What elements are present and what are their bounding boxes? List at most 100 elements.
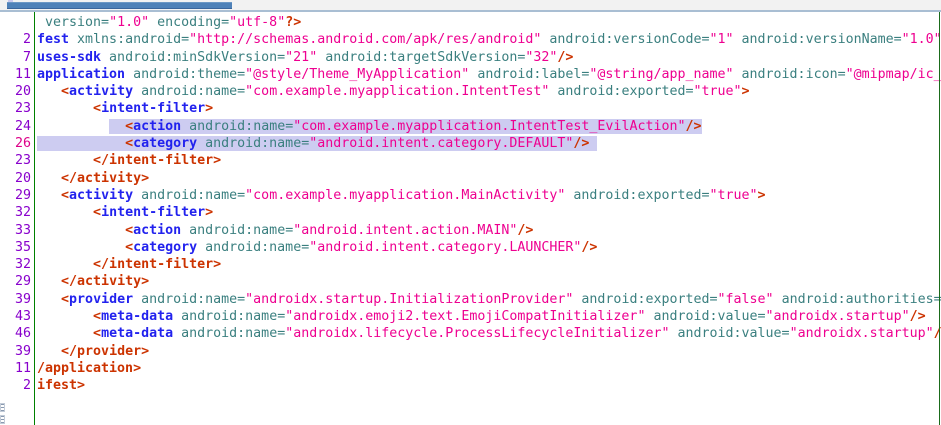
line-number[interactable]: 11 xyxy=(0,66,34,83)
code-line-text[interactable]: <category android:name="android.intent.c… xyxy=(34,239,941,256)
line-number[interactable]: 33 xyxy=(0,222,34,239)
code-line[interactable]: 11/application> xyxy=(0,360,941,377)
line-number[interactable]: 20 xyxy=(0,83,34,100)
code-line[interactable]: 29 </activity> xyxy=(0,273,941,290)
code-line[interactable]: 23 <intent-filter> xyxy=(0,100,941,117)
code-line-text[interactable]: /application> xyxy=(34,360,941,377)
code-line[interactable]: 35 <category android:name="android.inten… xyxy=(0,239,941,256)
line-number[interactable]: 20 xyxy=(0,170,34,187)
code-line[interactable]: 7uses-sdk android:minSdkVersion="21" and… xyxy=(0,49,941,66)
line-number[interactable]: 29 xyxy=(0,187,34,204)
code-token-sp xyxy=(37,188,61,203)
code-token-t: android:name= xyxy=(181,223,293,238)
code-line-text[interactable]: application android:theme="@style/Theme_… xyxy=(34,66,941,83)
code-token-tag: intent-filter xyxy=(101,205,205,220)
code-line[interactable]: 2fest xmlns:android="http://schemas.andr… xyxy=(0,31,941,48)
code-line[interactable]: 20 <activity android:name="com.example.m… xyxy=(0,83,941,100)
code-token-p: < xyxy=(61,292,69,307)
code-token-v: "androidx.startup" xyxy=(766,309,910,324)
code-token-sp xyxy=(37,119,109,134)
code-line-text[interactable]: </activity> xyxy=(34,273,941,290)
code-token-end: /application> xyxy=(37,361,141,376)
code-token-t: android:name= xyxy=(197,240,309,255)
line-number[interactable]: 39 xyxy=(0,291,34,308)
line-number[interactable]: 2 xyxy=(0,31,34,48)
code-line[interactable]: 26 <category android:name="android.inten… xyxy=(0,135,941,152)
code-token-v: "androidx.lifecycle.ProcessLifecycleInit… xyxy=(285,326,669,341)
code-line-text[interactable]: fest xmlns:android="http://schemas.andro… xyxy=(34,31,941,48)
code-line-text[interactable]: version="1.0" encoding="utf-8"?> xyxy=(34,14,941,31)
code-line[interactable]: 46 <meta-data android:name="androidx.lif… xyxy=(0,325,941,342)
code-token-p: /> xyxy=(910,309,926,324)
code-area[interactable]: version="1.0" encoding="utf-8"?>2fest xm… xyxy=(0,12,941,425)
code-line[interactable]: 20 </activity> xyxy=(0,170,941,187)
code-token-v: "@string/app_name" xyxy=(589,67,733,82)
code-line-text[interactable]: <intent-filter> xyxy=(34,204,941,221)
code-token-v: "com.example.myapplication.IntentTest_Ev… xyxy=(293,119,685,134)
code-token-tag: intent-filter xyxy=(101,101,205,116)
code-line[interactable]: 33 <action android:name="android.intent.… xyxy=(0,222,941,239)
code-token-v: "true" xyxy=(694,84,742,99)
code-line-text[interactable]: <meta-data android:name="androidx.lifecy… xyxy=(34,325,941,342)
code-line-text[interactable]: </activity> xyxy=(34,170,941,187)
code-line[interactable]: 32 </intent-filter> xyxy=(0,256,941,273)
code-token-v: "32" xyxy=(525,50,557,65)
code-token-p: < xyxy=(125,119,133,134)
line-number[interactable]: 46 xyxy=(0,325,34,342)
code-line[interactable]: 32 <intent-filter> xyxy=(0,204,941,221)
code-line-text[interactable]: </provider> xyxy=(34,343,941,360)
code-token-p: /> xyxy=(685,119,701,134)
code-line[interactable]: 24 <action android:name="com.example.mya… xyxy=(0,118,941,135)
code-token-t: version= xyxy=(37,15,109,30)
code-line-text[interactable]: <provider android:name="androidx.startup… xyxy=(34,291,941,308)
horizontal-scrollbar-thumb[interactable] xyxy=(7,2,232,9)
code-token-t: android:authorities= xyxy=(774,292,941,307)
code-token-p: /> xyxy=(573,136,589,151)
code-token-end: </intent-filter> xyxy=(93,153,221,168)
line-number[interactable]: 43 xyxy=(0,308,34,325)
code-token-v: "android.intent.category.LAUNCHER" xyxy=(309,240,581,255)
xml-editor-window: version="1.0" encoding="utf-8"?>2fest xm… xyxy=(0,0,941,425)
code-line-text[interactable]: <category android:name="android.intent.c… xyxy=(34,135,941,152)
code-token-sp xyxy=(37,292,61,307)
code-line-text[interactable]: ifest> xyxy=(34,377,941,394)
line-number[interactable]: 32 xyxy=(0,204,34,221)
code-line-text[interactable]: <action android:name="android.intent.act… xyxy=(34,222,941,239)
code-line-text[interactable]: <action android:name="com.example.myappl… xyxy=(34,118,941,135)
code-line-text[interactable]: </intent-filter> xyxy=(34,256,941,273)
splitter-grip-top[interactable] xyxy=(0,403,5,412)
line-number[interactable]: 39 xyxy=(0,343,34,360)
line-number[interactable]: 29 xyxy=(0,273,34,290)
splitter-grip-bottom[interactable] xyxy=(0,415,5,424)
code-token-t: android:name= xyxy=(133,188,245,203)
code-line[interactable]: 39 </provider> xyxy=(0,343,941,360)
line-number[interactable] xyxy=(0,14,34,31)
code-line-text[interactable]: <meta-data android:name="androidx.emoji2… xyxy=(34,308,941,325)
line-number[interactable]: 24 xyxy=(0,118,34,135)
code-token-sp xyxy=(37,223,125,238)
line-number[interactable]: 11 xyxy=(0,360,34,377)
code-line[interactable]: version="1.0" encoding="utf-8"?> xyxy=(0,14,941,31)
code-line[interactable]: 23 </intent-filter> xyxy=(0,152,941,169)
code-line-text[interactable]: <activity android:name="com.example.myap… xyxy=(34,187,941,204)
code-token-p: > xyxy=(205,101,213,116)
code-token-sp xyxy=(37,240,125,255)
code-line-text[interactable]: uses-sdk android:minSdkVersion="21" andr… xyxy=(34,49,941,66)
code-line[interactable]: 39 <provider android:name="androidx.star… xyxy=(0,291,941,308)
line-number[interactable]: 35 xyxy=(0,239,34,256)
code-line[interactable]: 11application android:theme="@style/Them… xyxy=(0,66,941,83)
line-number[interactable]: 23 xyxy=(0,152,34,169)
code-line[interactable]: 43 <meta-data android:name="androidx.emo… xyxy=(0,308,941,325)
code-line-text[interactable]: </intent-filter> xyxy=(34,152,941,169)
code-line-text[interactable]: <intent-filter> xyxy=(34,100,941,117)
code-token-v: "androidx.startup.InitializationProvider… xyxy=(245,292,573,307)
line-number[interactable]: 26 xyxy=(0,135,34,152)
code-token-tag: meta-data xyxy=(101,326,173,341)
code-line-text[interactable]: <activity android:name="com.example.myap… xyxy=(34,83,941,100)
code-line[interactable]: 29 <activity android:name="com.example.m… xyxy=(0,187,941,204)
line-number[interactable]: 2 xyxy=(0,377,34,394)
line-number[interactable]: 7 xyxy=(0,49,34,66)
line-number[interactable]: 32 xyxy=(0,256,34,273)
code-line[interactable]: 2ifest> xyxy=(0,377,941,394)
line-number[interactable]: 23 xyxy=(0,100,34,117)
